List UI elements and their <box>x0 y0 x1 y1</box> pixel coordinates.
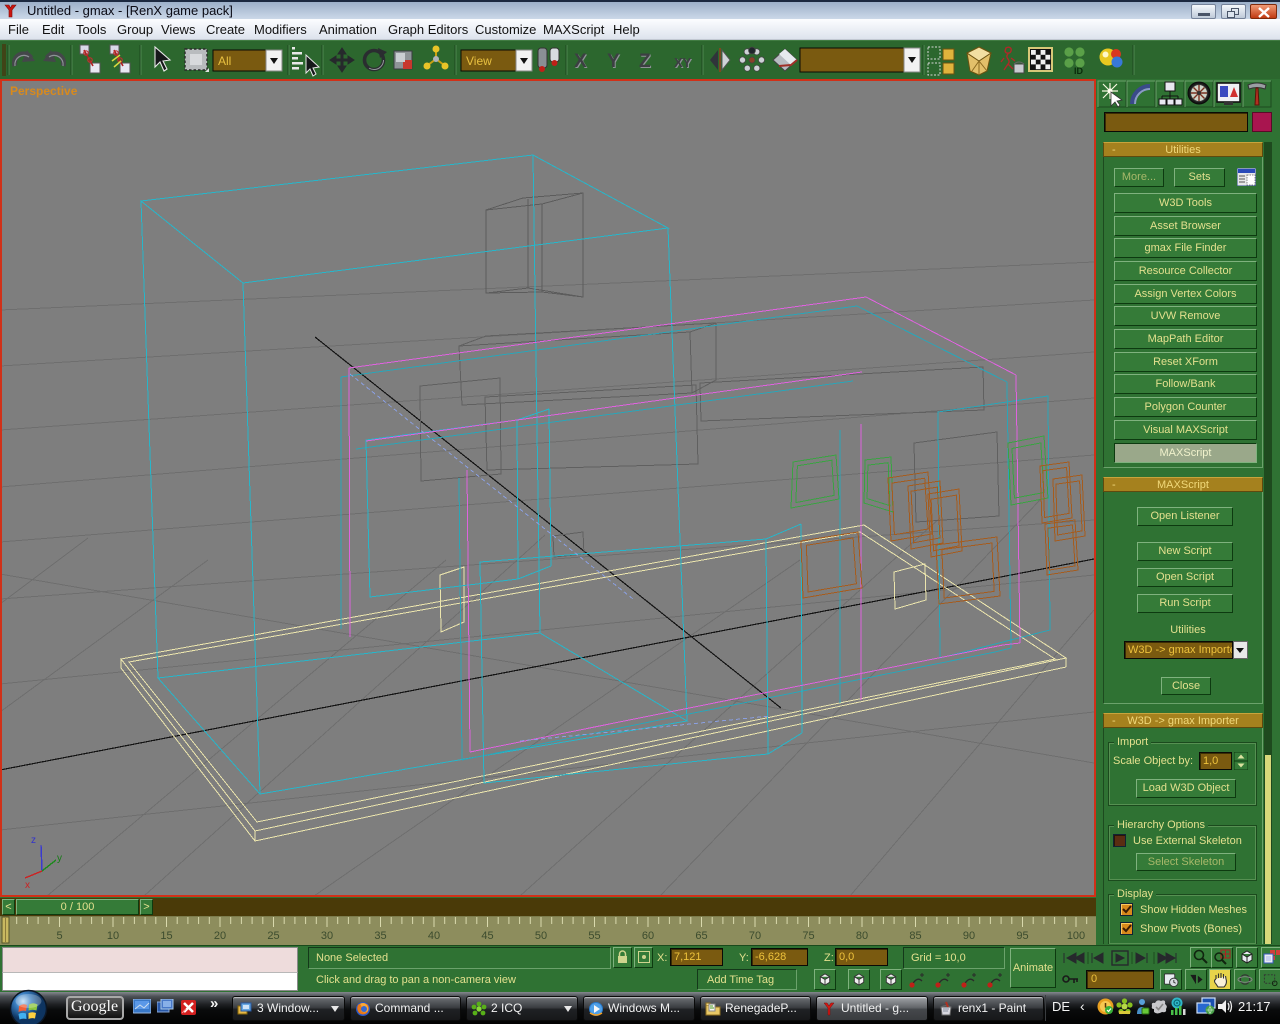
svg-text:All: All <box>218 54 231 68</box>
svg-text:35: 35 <box>374 930 386 942</box>
svg-text:25: 25 <box>267 930 279 942</box>
svg-text:75: 75 <box>802 930 814 942</box>
svg-text:85: 85 <box>909 930 921 942</box>
svg-text:View: View <box>466 54 492 68</box>
svg-text:100: 100 <box>1067 930 1085 942</box>
svg-text:y: y <box>57 853 62 864</box>
svg-text:40: 40 <box>428 930 440 942</box>
svg-text:Z: Z <box>639 51 651 72</box>
svg-text:95: 95 <box>1016 930 1028 942</box>
svg-text:70: 70 <box>749 930 761 942</box>
svg-text:80: 80 <box>856 930 868 942</box>
svg-text:z: z <box>31 835 36 846</box>
svg-text:30: 30 <box>321 930 333 942</box>
svg-text:60: 60 <box>642 930 654 942</box>
svg-text:90: 90 <box>963 930 975 942</box>
svg-text:45: 45 <box>481 930 493 942</box>
svg-text:55: 55 <box>588 930 600 942</box>
svg-text:15: 15 <box>160 930 172 942</box>
svg-text:X: X <box>574 51 587 72</box>
svg-text:50: 50 <box>535 930 547 942</box>
svg-text:ID: ID <box>1074 66 1084 76</box>
svg-text:Perspective: Perspective <box>10 84 78 98</box>
svg-text:10: 10 <box>107 930 119 942</box>
svg-text:65: 65 <box>695 930 707 942</box>
svg-text:Y: Y <box>607 51 620 72</box>
svg-text:XY: XY <box>674 55 692 70</box>
svg-text:x: x <box>25 880 30 891</box>
svg-text:20: 20 <box>214 930 226 942</box>
svg-text:5: 5 <box>56 930 62 942</box>
